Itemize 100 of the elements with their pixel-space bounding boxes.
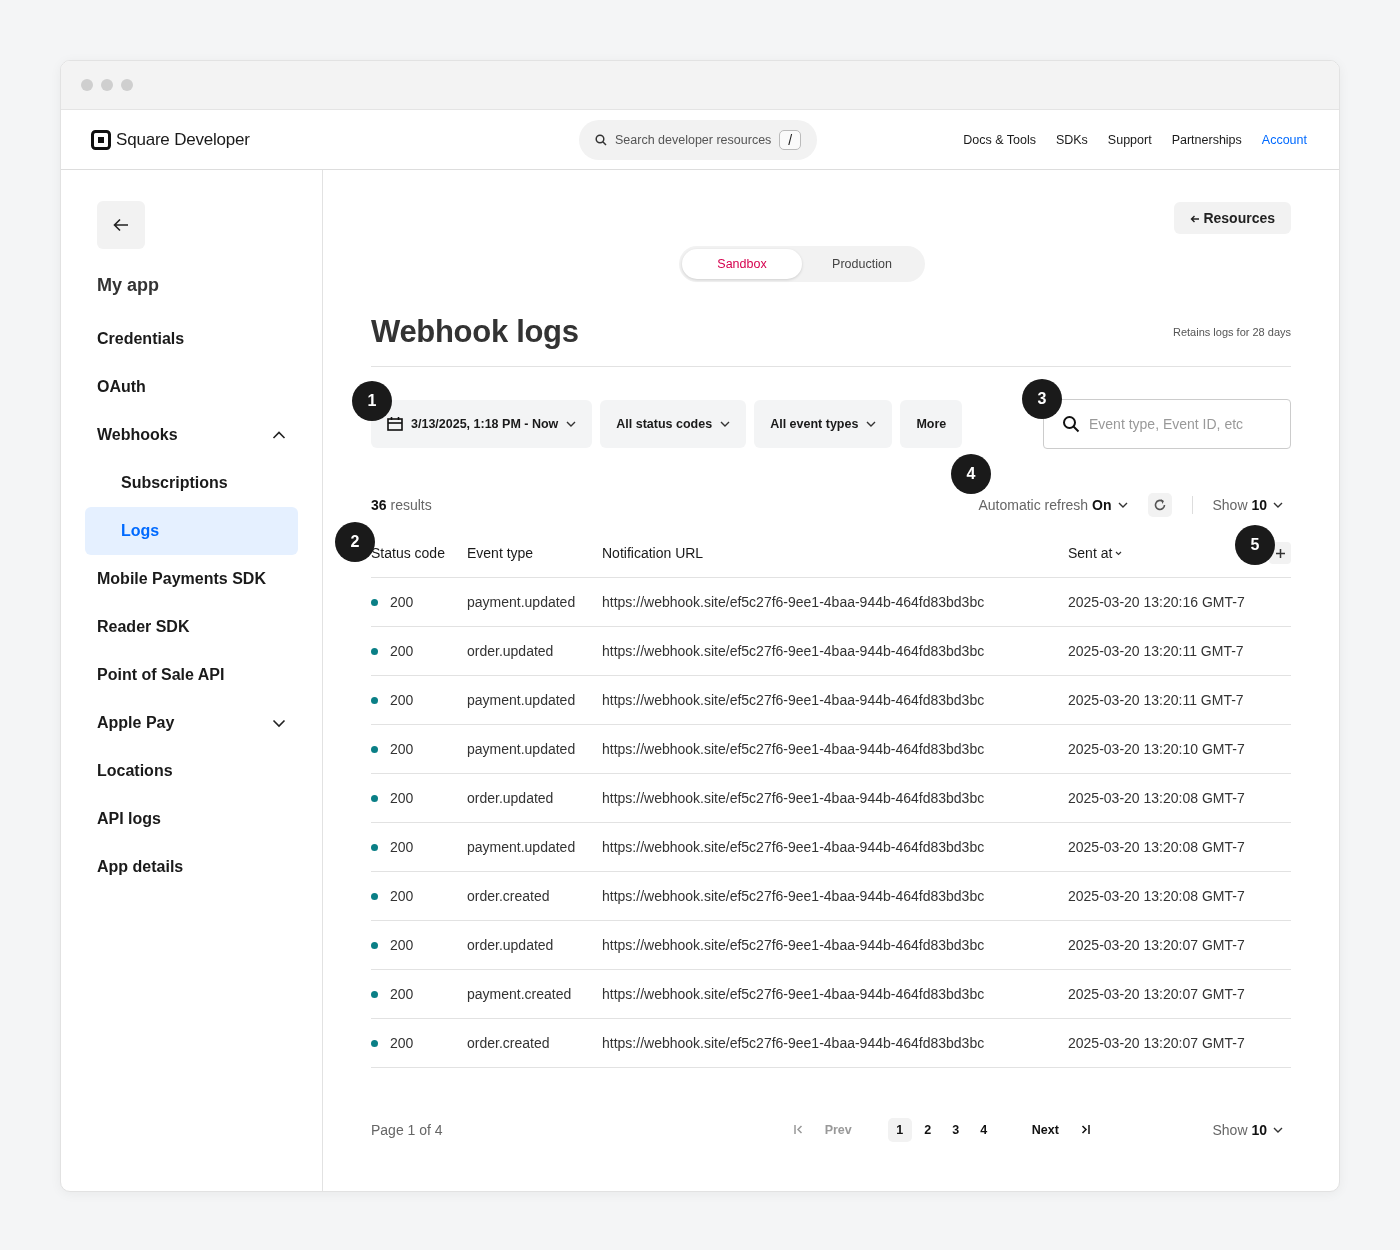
page-number[interactable]: 4 [971,1118,996,1142]
search-icon [595,133,607,146]
table-cell-text: https://webhook.site/ef5c27f6-9ee1-4baa-944b-464fd83bd3bc [602,643,986,659]
chevron-down-icon [1117,502,1128,508]
table-cell-text: payment.updated [467,692,577,708]
nav-link[interactable]: Partnerships [1171,132,1242,147]
sidebar-item[interactable]: Apple Pay [85,699,298,747]
status-dot [371,696,378,704]
table-cell-text: 2025-03-20 13:20:11 GMT-7 [1068,643,1245,659]
window-control-icon[interactable] [101,79,113,91]
table-cell: 200 [390,1035,414,1051]
window-control-icon[interactable] [81,79,93,91]
sidebar-item[interactable]: Logs [85,507,298,555]
arrow-left-icon [112,216,130,234]
sidebar-item[interactable]: Webhooks [85,411,298,459]
nav-link[interactable]: Account [1261,132,1307,147]
nav-link[interactable]: Docs & Tools [963,132,1036,147]
sidebar-item[interactable]: Locations [85,747,298,795]
window-control-icon[interactable] [121,79,133,91]
sidebar-item[interactable]: Subscriptions [85,459,298,507]
chevron-down-icon [720,421,731,427]
filter-dropdown[interactable]: All event types [754,400,893,448]
table-cell-text: 2025-03-20 13:20:08 GMT-7 [1068,790,1246,806]
app-name: My app [96,274,160,297]
more-button[interactable]: More [900,400,963,448]
page-size-dropdown[interactable]: Show 10 [1212,497,1291,513]
arrow-left-icon [1190,215,1200,223]
table-cell-text: order.created [467,1035,551,1051]
chevron-down-icon [1273,502,1283,508]
page-number[interactable]: 2 [915,1118,940,1142]
sort-chevron-icon [1115,550,1123,556]
nav-link[interactable]: SDKs [1055,132,1088,147]
table-cell-text: https://webhook.site/ef5c27f6-9ee1-4baa-944b-464fd83bd3bc [602,888,986,904]
sidebar-item[interactable]: API logs [85,795,298,843]
table-cell: 200 [390,692,414,708]
table-cell: 200 [390,937,414,953]
table-cell-text: 2025-03-20 13:20:08 GMT-7 [1068,888,1246,904]
table-cell-text: https://webhook.site/ef5c27f6-9ee1-4baa-944b-464fd83bd3bc [602,741,986,757]
status-dot [371,598,378,606]
chevron-down-icon [1273,1127,1283,1133]
table-cell: 200 [390,643,414,659]
environment-tab[interactable]: Production [802,249,922,279]
next-button[interactable]: Next [1025,1119,1065,1141]
status-dot [371,745,378,753]
column-header[interactable]: Sent at [1068,545,1123,561]
back-button[interactable] [97,201,145,249]
retention-note: Retains logs for 28 days [1173,326,1291,338]
calendar-icon [387,417,403,431]
column-header: Notification URL [602,545,704,561]
table-cell-text: 2025-03-20 13:20:10 GMT-7 [1068,741,1246,757]
table-cell-text: payment.created [467,986,573,1002]
table-cell-text: order.updated [467,790,555,806]
search-field[interactable]: Search developer resources / [579,119,818,160]
table-cell-text: payment.updated [467,594,577,610]
auto-refresh-dropdown[interactable]: Automatic refresh On [978,497,1136,513]
table-cell-text: https://webhook.site/ef5c27f6-9ee1-4baa-944b-464fd83bd3bc [602,594,986,610]
sidebar-item[interactable]: OAuth [85,363,298,411]
sidebar-item[interactable]: Mobile Payments SDK [85,555,298,603]
shortcut-key: / [779,129,802,150]
callout-badge: 5 [1235,525,1275,565]
status-dot [371,794,378,802]
table-cell-text: 2025-03-20 13:20:07 GMT-7 [1068,986,1246,1002]
brand-name[interactable]: Square Developer [116,129,250,150]
sidebar-item[interactable]: App details [85,843,298,891]
page-size-dropdown[interactable]: Show 10 [1212,1122,1291,1138]
environment-tab[interactable]: Sandbox [682,249,802,279]
table-cell-text: 2025-03-20 13:20:16 GMT-7 [1068,594,1246,610]
table-cell-text: 2025-03-20 13:20:11 GMT-7 [1068,692,1245,708]
resources-button[interactable]: Resources [1174,202,1291,234]
filter-dropdown[interactable]: All status codes [600,400,747,448]
table-cell-text: 2025-03-20 13:20:07 GMT-7 [1068,937,1246,953]
table-cell: 200 [390,839,414,855]
table-cell-text: 2025-03-20 13:20:07 GMT-7 [1068,1035,1246,1051]
page-number[interactable]: 1 [887,1118,912,1142]
table-cell: 200 [390,888,414,904]
sidebar-item[interactable]: Point of Sale API [85,651,298,699]
chevron-down-icon [866,421,877,427]
table-cell-text: payment.updated [467,839,577,855]
table-cell-text: https://webhook.site/ef5c27f6-9ee1-4baa-944b-464fd83bd3bc [602,692,986,708]
table-cell: 200 [390,594,414,610]
page-number[interactable]: 3 [943,1118,968,1142]
table-cell: 200 [390,790,414,806]
nav-link[interactable]: Support [1107,132,1152,147]
table-cell-text: order.updated [467,937,555,953]
sidebar-item[interactable]: Credentials [85,315,298,363]
table-cell-text: https://webhook.site/ef5c27f6-9ee1-4baa-944b-464fd83bd3bc [602,986,986,1002]
table-cell-text: payment.updated [467,741,577,757]
table-cell-text: https://webhook.site/ef5c27f6-9ee1-4baa-944b-464fd83bd3bc [602,937,986,953]
sidebar-item[interactable]: Reader SDK [85,603,298,651]
callout-badge: 3 [1022,379,1062,419]
status-dot [371,892,378,900]
square-logo-icon[interactable] [91,129,111,150]
refresh-button[interactable] [1147,493,1172,517]
results-count: 36 results [371,497,432,513]
status-dot [371,941,378,949]
table-cell-text: https://webhook.site/ef5c27f6-9ee1-4baa-944b-464fd83bd3bc [602,790,986,806]
table-cell: 200 [390,986,414,1002]
callout-badge: 1 [352,381,392,421]
plus-icon [1275,548,1285,558]
callout-badge: 4 [951,454,991,494]
